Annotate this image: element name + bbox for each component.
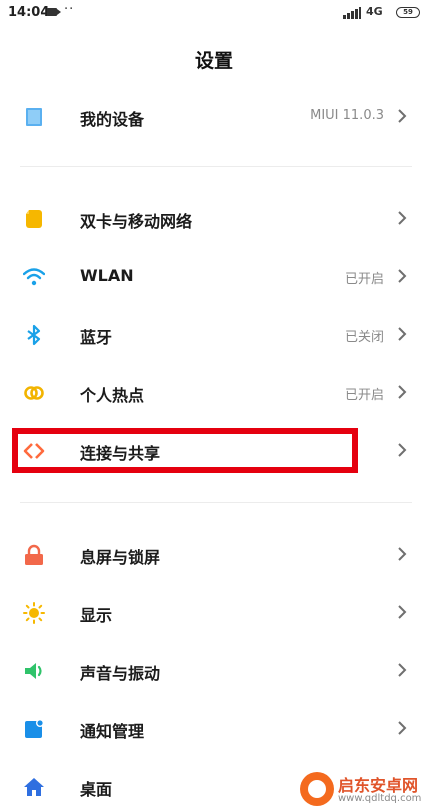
settings-item-wlan[interactable]: WLAN 已开启 bbox=[0, 248, 428, 306]
chevron-right-icon bbox=[398, 605, 407, 619]
chevron-right-icon bbox=[398, 721, 407, 735]
chevron-right-icon bbox=[398, 547, 407, 561]
signal-icon bbox=[343, 7, 361, 19]
network-type: 4G bbox=[366, 5, 383, 18]
sound-icon bbox=[25, 663, 42, 679]
device-icon bbox=[26, 108, 42, 126]
settings-item-label: WLAN bbox=[80, 266, 134, 285]
camera-icon bbox=[47, 8, 61, 16]
chevron-right-icon bbox=[398, 109, 407, 123]
settings-item-my-device[interactable]: 我的设备 MIUI 11.0.3 bbox=[0, 88, 428, 146]
settings-item-label: 显示 bbox=[80, 606, 113, 625]
settings-item-label: 双卡与移动网络 bbox=[80, 212, 193, 231]
status-bar: 14:04 ·· 4G 59 bbox=[0, 0, 428, 26]
chevron-right-icon bbox=[398, 211, 407, 225]
status-dots: ·· bbox=[64, 2, 75, 17]
chevron-right-icon bbox=[398, 663, 407, 677]
section-divider bbox=[20, 502, 412, 503]
status-time: 14:04 bbox=[8, 5, 50, 20]
settings-item-display[interactable]: 显示 bbox=[0, 584, 428, 642]
settings-item-value: 已开启 bbox=[344, 272, 384, 287]
battery-icon: 59 bbox=[396, 7, 420, 18]
settings-item-value: MIUI 11.0.3 bbox=[310, 108, 384, 123]
settings-item-label: 蓝牙 bbox=[80, 328, 113, 347]
settings-item-sound[interactable]: 声音与振动 bbox=[0, 642, 428, 700]
watermark-url: www.qdltdq.com bbox=[338, 793, 422, 804]
highlight-box bbox=[12, 428, 358, 473]
hotspot-icon bbox=[24, 386, 44, 400]
settings-item-bluetooth[interactable]: 蓝牙 已关闭 bbox=[0, 306, 428, 364]
brightness-icon bbox=[23, 602, 45, 624]
settings-item-value: 已开启 bbox=[344, 388, 384, 403]
wifi-icon bbox=[23, 268, 45, 286]
bluetooth-icon bbox=[27, 324, 41, 346]
chevron-right-icon bbox=[398, 385, 407, 399]
settings-item-label: 通知管理 bbox=[80, 722, 145, 741]
settings-item-hotspot[interactable]: 个人热点 已开启 bbox=[0, 364, 428, 422]
section-divider bbox=[20, 166, 412, 167]
page-title: 设置 bbox=[194, 50, 233, 72]
chevron-right-icon bbox=[398, 443, 407, 457]
settings-item-label: 个人热点 bbox=[80, 386, 145, 405]
sim-card-icon bbox=[26, 210, 42, 228]
home-icon bbox=[24, 778, 44, 796]
chevron-right-icon bbox=[398, 269, 407, 283]
lock-icon bbox=[25, 544, 43, 565]
watermark-logo-icon bbox=[300, 772, 334, 806]
chevron-right-icon bbox=[398, 327, 407, 341]
settings-item-label: 声音与振动 bbox=[80, 664, 161, 683]
settings-item-value: 已关闭 bbox=[344, 330, 384, 345]
settings-item-label: 桌面 bbox=[80, 780, 113, 799]
settings-item-dual-sim[interactable]: 双卡与移动网络 bbox=[0, 190, 428, 248]
watermark: 启东安卓网 www.qdltdq.com bbox=[300, 770, 424, 808]
notification-icon bbox=[25, 719, 44, 738]
settings-item-label: 我的设备 bbox=[80, 110, 145, 129]
settings-item-notifications[interactable]: 通知管理 bbox=[0, 700, 428, 758]
settings-item-label: 息屏与锁屏 bbox=[80, 548, 161, 567]
settings-item-lock-screen[interactable]: 息屏与锁屏 bbox=[0, 526, 428, 584]
